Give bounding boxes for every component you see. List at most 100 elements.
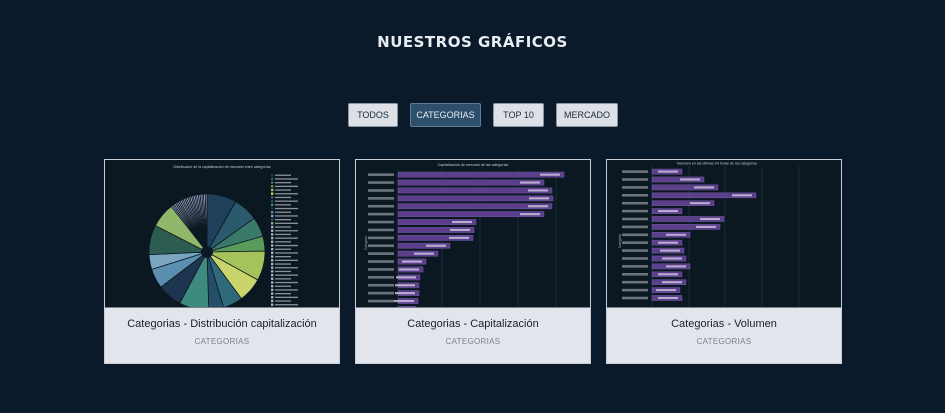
legend-swatch	[271, 259, 274, 262]
chart-card-capitalizacion[interactable]: Capitalización de mercado de las categor…	[355, 159, 591, 364]
bar-chart-title: Capitalización de mercado de las categor…	[438, 163, 509, 167]
bar-label	[368, 220, 394, 224]
chart-thumbnail[interactable]: Distribución de la capitalización de mer…	[105, 160, 339, 308]
bar-label	[622, 273, 648, 276]
bar-value-label	[662, 257, 682, 260]
legend-label	[275, 226, 291, 228]
bar-label	[368, 244, 394, 248]
legend-label	[275, 267, 298, 269]
bar-label	[622, 178, 648, 181]
legend-label	[275, 174, 291, 176]
chart-thumbnail[interactable]: Volumen en las últimas 24 horas de las c…	[607, 160, 841, 308]
bar-label	[368, 260, 394, 263]
legend-label	[275, 230, 298, 232]
bar-chart-ylabel: Categoría	[364, 236, 368, 250]
bar	[397, 171, 565, 178]
card-title: Categorias - Distribución capitalización	[127, 318, 317, 330]
legend-swatch	[271, 262, 274, 266]
legend-label	[275, 196, 291, 199]
bar-value-label	[662, 281, 682, 284]
legend-label	[275, 281, 298, 284]
legend-swatch	[271, 303, 274, 306]
card-category-tag: CATEGORIAS	[696, 337, 752, 346]
legend-label	[275, 296, 298, 298]
bar-value-label	[700, 217, 720, 221]
bar-value-label	[732, 194, 752, 197]
filter-categorias-button[interactable]: CATEGORIAS	[410, 103, 481, 127]
legend-label	[275, 270, 291, 273]
legend-swatch	[271, 244, 274, 247]
bar-label	[622, 249, 648, 252]
legend-label	[275, 278, 291, 280]
pie-slices	[148, 193, 266, 307]
bar-label	[622, 170, 648, 173]
legend-swatch	[271, 192, 274, 195]
bar-label	[622, 201, 648, 205]
bar-value-label	[690, 202, 710, 205]
bar-label	[622, 194, 648, 197]
bar-value-label	[396, 276, 416, 279]
legend-label	[275, 182, 291, 184]
pie-hole	[201, 246, 213, 258]
legend-swatch	[271, 270, 274, 273]
bar-value-label	[395, 284, 415, 287]
chart-card-volumen[interactable]: Volumen en las últimas 24 horas de las c…	[606, 159, 842, 364]
bar	[397, 306, 417, 307]
bar-value-label	[658, 170, 678, 173]
legend-label	[275, 293, 291, 295]
bar-value-label	[660, 249, 680, 252]
bar-label	[368, 212, 394, 216]
legend-label	[275, 193, 298, 195]
bar-value-label	[656, 289, 676, 292]
bar-label	[368, 299, 394, 303]
filter-bar: TODOS CATEGORIAS TOP 10 MERCADO	[0, 103, 945, 129]
bar-value-label	[452, 220, 472, 224]
legend-label	[275, 204, 291, 206]
pie-chart-title: Distribución de la capitalización de mer…	[173, 165, 270, 169]
filter-top10-button[interactable]: TOP 10	[493, 103, 544, 127]
bar-label	[368, 204, 394, 208]
bar-value-label	[399, 268, 419, 271]
bar-label	[622, 296, 648, 300]
chart-thumbnail[interactable]: Capitalización de mercado de las categor…	[356, 160, 590, 308]
bar-label	[368, 236, 394, 240]
bar-label	[368, 228, 394, 232]
legend-swatch	[271, 214, 274, 218]
legend-label	[275, 289, 298, 291]
legend-label	[275, 256, 291, 258]
legend-label	[275, 274, 298, 276]
legend-label	[275, 222, 298, 224]
capitalizacion-bar-chart: Capitalización de mercado de las categor…	[364, 163, 565, 307]
legend-label	[275, 219, 291, 221]
legend-label	[275, 233, 291, 236]
bar-value-label	[450, 228, 470, 232]
filter-mercado-button[interactable]: MERCADO	[556, 103, 618, 127]
card-category-tag: CATEGORIAS	[194, 337, 250, 346]
bar-label	[622, 288, 648, 292]
legend-label	[275, 244, 298, 247]
legend-swatch	[271, 211, 274, 214]
bar-value-label	[528, 205, 548, 208]
bar-value-label	[666, 233, 686, 236]
volumen-bar-chart: Volumen en las últimas 24 horas de las c…	[618, 162, 800, 307]
bar-label	[368, 252, 394, 255]
legend-swatch	[271, 296, 274, 299]
bar-label	[622, 209, 648, 213]
legend-swatch	[271, 266, 274, 269]
legend-swatch	[271, 255, 274, 258]
filter-todos-button[interactable]: TODOS	[348, 103, 398, 127]
bar-value-label	[528, 189, 548, 192]
bar-label	[622, 257, 648, 260]
legend-label	[275, 259, 298, 261]
legend-label	[275, 237, 298, 239]
bar-label	[622, 186, 648, 189]
legend-swatch	[271, 229, 274, 232]
bar-label	[622, 241, 648, 244]
legend-swatch	[271, 185, 274, 188]
legend-label	[275, 211, 291, 213]
chart-card-distribucion[interactable]: Distribución de la capitalización de mer…	[104, 159, 340, 364]
legend-label	[275, 200, 298, 202]
legend-swatch	[271, 181, 274, 184]
legend-swatch	[271, 174, 274, 177]
pie-legend	[271, 174, 298, 306]
